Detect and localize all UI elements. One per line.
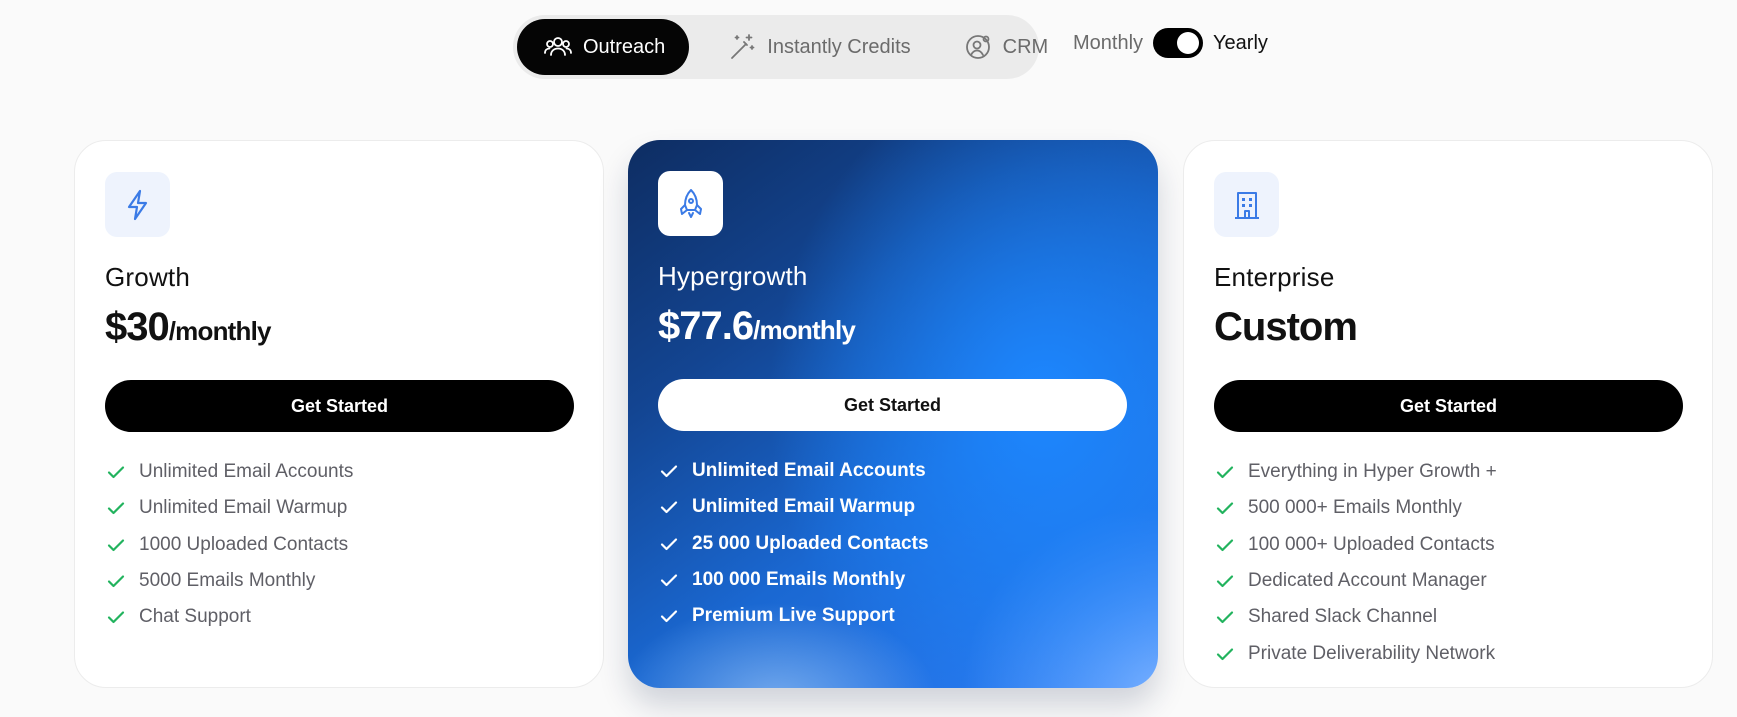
plan-name: Hypergrowth <box>658 261 808 291</box>
check-icon <box>1216 575 1234 588</box>
plan-card-enterprise: Enterprise Custom Get Started Everything… <box>1183 140 1713 688</box>
price-amount: $77.6 <box>658 304 754 348</box>
feature-list: Everything in Hyper Growth + 500 000+ Em… <box>1214 454 1682 672</box>
feature-item: 100 000+ Uploaded Contacts <box>1214 527 1682 563</box>
price-amount: $30 <box>105 305 170 349</box>
check-icon <box>107 466 125 479</box>
feature-item: Unlimited Email Warmup <box>658 489 1128 525</box>
feature-text: Shared Slack Channel <box>1248 606 1438 628</box>
product-tab-bar: Outreach Instantly Credits CRM <box>513 15 1048 79</box>
feature-text: Unlimited Email Warmup <box>692 496 916 518</box>
check-icon <box>107 575 125 588</box>
check-icon <box>660 465 678 478</box>
check-icon <box>1216 648 1234 660</box>
plan-icon-badge <box>105 172 170 237</box>
check-icon <box>660 501 678 514</box>
price-amount: Custom <box>1214 305 1358 349</box>
feature-item: Shared Slack Channel <box>1214 599 1682 635</box>
check-icon <box>660 574 678 587</box>
plan-price: $77.6 /monthly <box>658 304 1128 349</box>
get-started-button[interactable]: Get Started <box>1214 380 1683 432</box>
feature-text: Chat Support <box>139 606 251 628</box>
user-gear-icon <box>965 35 990 59</box>
check-icon <box>1216 502 1234 515</box>
feature-item: Unlimited Email Accounts <box>105 454 573 490</box>
plan-name: Enterprise <box>1214 262 1335 292</box>
check-icon <box>1216 466 1234 479</box>
building-icon <box>1234 191 1259 219</box>
feature-text: Premium Live Support <box>692 605 895 627</box>
feature-text: Dedicated Account Manager <box>1248 570 1487 592</box>
feature-item: 25 000 Uploaded Contacts <box>658 526 1128 562</box>
check-icon <box>1216 539 1234 551</box>
check-icon <box>107 502 125 515</box>
tab-outreach[interactable]: Outreach <box>517 19 690 75</box>
tab-outreach-label: Outreach <box>583 35 666 58</box>
feature-text: Private Deliverability Network <box>1248 642 1496 664</box>
price-period: /monthly <box>753 315 856 345</box>
plan-price: Custom <box>1214 305 1682 350</box>
feature-text: Unlimited Email Accounts <box>139 461 354 483</box>
feature-item: Unlimited Email Accounts <box>658 453 1128 489</box>
feature-item: Premium Live Support <box>658 598 1128 634</box>
tab-crm[interactable]: CRM <box>939 19 1073 75</box>
feature-item: 5000 Emails Monthly <box>105 563 573 599</box>
monthly-label[interactable]: Monthly <box>1073 32 1143 55</box>
plan-card-growth: Growth $30 /monthly Get Started Unlimite… <box>74 140 604 688</box>
feature-text: 500 000+ Emails Monthly <box>1248 497 1462 519</box>
get-started-button[interactable]: Get Started <box>658 379 1127 431</box>
check-icon <box>660 538 678 550</box>
feature-list: Unlimited Email Accounts Unlimited Email… <box>658 453 1128 634</box>
billing-toggle-switch[interactable] <box>1153 28 1204 58</box>
feature-text: Unlimited Email Warmup <box>139 497 348 519</box>
feature-text: 100 000 Emails Monthly <box>692 569 906 591</box>
feature-text: 25 000 Uploaded Contacts <box>692 532 929 554</box>
plan-icon-badge <box>658 171 723 236</box>
tab-instantly-credits-label: Instantly Credits <box>767 35 911 58</box>
check-icon <box>1216 611 1234 624</box>
feature-text: 100 000+ Uploaded Contacts <box>1248 533 1495 555</box>
plan-icon-badge <box>1214 172 1279 237</box>
plan-card-hypergrowth: Hypergrowth $77.6 /monthly Get Started U… <box>628 140 1158 688</box>
feature-item: Private Deliverability Network <box>1214 635 1682 671</box>
toggle-knob <box>1177 32 1200 54</box>
get-started-button[interactable]: Get Started <box>105 380 574 432</box>
feature-item: 100 000 Emails Monthly <box>658 562 1128 598</box>
feature-text: 5000 Emails Monthly <box>139 570 316 592</box>
check-icon <box>660 610 678 623</box>
tab-crm-label: CRM <box>1002 35 1049 58</box>
yearly-label[interactable]: Yearly <box>1213 32 1268 55</box>
users-icon <box>544 37 572 56</box>
price-period: /monthly <box>168 316 272 346</box>
feature-item: Unlimited Email Warmup <box>105 490 573 526</box>
feature-item: 500 000+ Emails Monthly <box>1214 490 1682 526</box>
plan-price: $30 /monthly <box>105 305 573 350</box>
feature-item: Dedicated Account Manager <box>1214 563 1682 599</box>
feature-list: Unlimited Email Accounts Unlimited Email… <box>105 454 573 635</box>
feature-item: 1000 Uploaded Contacts <box>105 527 573 563</box>
feature-text: Unlimited Email Accounts <box>692 460 926 482</box>
feature-text: Everything in Hyper Growth + <box>1248 461 1497 483</box>
rocket-icon <box>679 188 702 218</box>
magic-wand-icon <box>731 34 755 59</box>
plan-name: Growth <box>105 262 191 292</box>
feature-item: Chat Support <box>105 599 573 635</box>
billing-period-toggle: Monthly Yearly <box>1073 28 1268 58</box>
feature-text: 1000 Uploaded Contacts <box>139 533 349 555</box>
check-icon <box>107 539 125 551</box>
feature-item: Everything in Hyper Growth + <box>1214 454 1682 490</box>
check-icon <box>107 611 125 624</box>
tab-instantly-credits[interactable]: Instantly Credits <box>703 19 934 75</box>
lightning-icon <box>127 189 147 220</box>
